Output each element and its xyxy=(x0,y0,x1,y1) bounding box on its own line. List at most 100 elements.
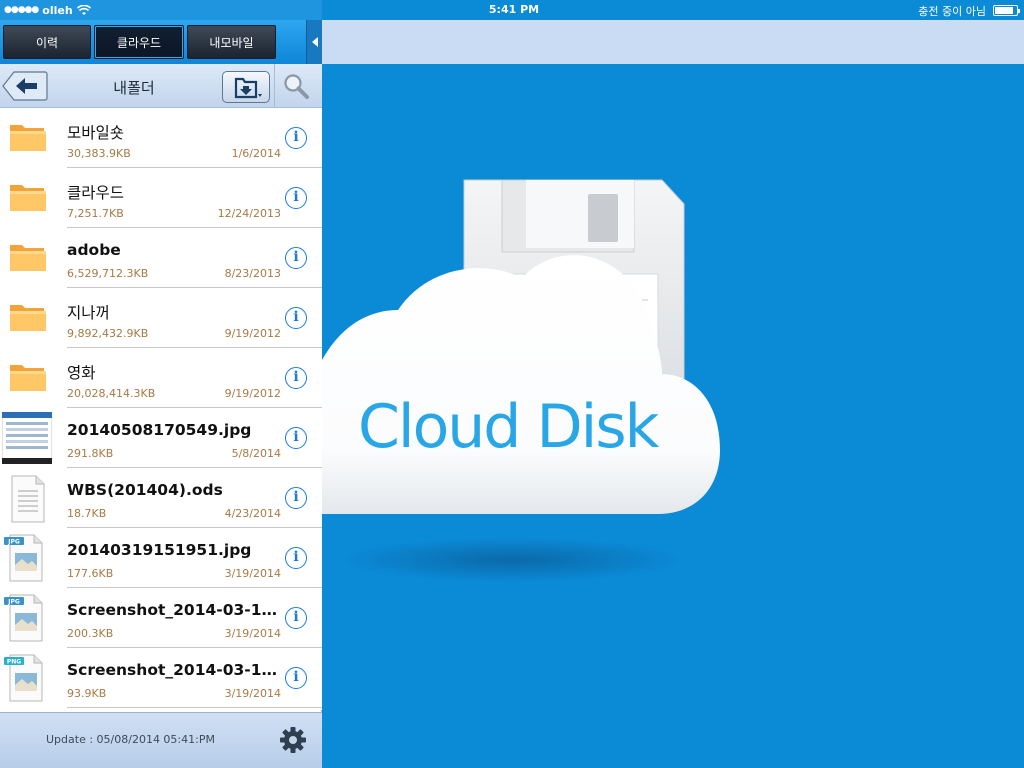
info-icon[interactable]: i xyxy=(285,247,307,269)
tab-bar: 이력 클라우드 내모바일 xyxy=(0,20,322,64)
charging-status: 충전 중이 아님 xyxy=(918,5,986,18)
file-name: 20140319151951.jpg xyxy=(67,541,252,559)
file-date: 9/19/2012 xyxy=(224,327,281,340)
nav-bar: 내폴더 xyxy=(0,64,322,108)
file-thumb xyxy=(8,239,48,277)
gear-icon xyxy=(280,727,306,753)
content-panel: Cloud Disk xyxy=(322,20,1024,768)
info-icon[interactable]: i xyxy=(285,607,307,629)
collapse-arrow-icon xyxy=(311,37,318,47)
file-date: 1/6/2014 xyxy=(231,147,281,160)
settings-button[interactable] xyxy=(278,725,308,755)
search-button[interactable] xyxy=(282,72,310,100)
file-name: adobe xyxy=(67,241,121,259)
file-thumb xyxy=(8,119,48,157)
file-date: 8/23/2013 xyxy=(224,267,281,280)
file-row[interactable]: JPG 20140319151951.jpg 177.6KB 3/19/2014 i xyxy=(0,528,322,588)
info-icon[interactable]: i xyxy=(285,667,307,689)
svg-text:PNG: PNG xyxy=(7,659,21,666)
folder-download-icon xyxy=(234,77,262,99)
file-row[interactable]: adobe 6,529,712.3KB 8/23/2013 i xyxy=(0,228,322,288)
info-icon[interactable]: i xyxy=(285,427,307,449)
file-name: 클라우드 xyxy=(67,184,125,202)
row-divider xyxy=(67,707,322,708)
status-bar: ●●●●● olleh 5:41 PM 충전 중이 아님 xyxy=(0,0,1024,20)
folder-icon xyxy=(10,365,46,391)
file-name: Screenshot_2014-03-19-... xyxy=(67,661,281,679)
wifi-icon xyxy=(76,4,91,15)
collapse-panel-button[interactable] xyxy=(306,20,322,64)
file-row[interactable]: 영화 20,028,414.3KB 9/19/2012 i xyxy=(0,348,322,408)
file-date: 12/24/2013 xyxy=(217,207,281,220)
image-file-icon: JPG xyxy=(4,594,43,642)
file-row[interactable]: 클라우드 7,251.7KB 12/24/2013 i xyxy=(0,168,322,228)
search-icon xyxy=(284,74,309,99)
info-icon[interactable]: i xyxy=(285,187,307,209)
file-name: 20140508170549.jpg xyxy=(67,421,252,439)
tab-cloud[interactable]: 클라우드 xyxy=(94,25,184,59)
info-icon[interactable]: i xyxy=(285,547,307,569)
status-bar-left: ●●●●● olleh xyxy=(0,0,322,20)
folder-action-button[interactable] xyxy=(222,71,270,103)
cloud-disk-logo xyxy=(322,179,720,582)
file-browser-panel: 이력 클라우드 내모바일 내폴더 모바일숏 30,383.9KB 1/6/201… xyxy=(0,20,322,768)
file-row[interactable]: 모바일숏 30,383.9KB 1/6/2014 i xyxy=(0,108,322,168)
battery-icon xyxy=(993,5,1020,16)
nav-divider xyxy=(274,64,275,108)
status-time: 5:41 PM xyxy=(488,3,540,16)
file-size: 20,028,414.3KB xyxy=(67,387,156,400)
app-logo-text: Cloud Disk xyxy=(358,392,659,462)
image-file-icon: PNG xyxy=(4,654,43,702)
page-title: 내폴더 xyxy=(113,79,155,97)
svg-text:JPG: JPG xyxy=(7,539,20,546)
image-thumbnail-icon xyxy=(1,411,53,465)
info-icon[interactable]: i xyxy=(285,367,307,389)
file-size: 177.6KB xyxy=(67,567,114,580)
file-row[interactable]: 지나꺼 9,892,432.9KB 9/19/2012 i xyxy=(0,288,322,348)
file-thumb: JPG xyxy=(4,534,48,582)
file-thumb xyxy=(1,411,53,465)
back-button[interactable] xyxy=(2,71,48,101)
file-date: 4/23/2014 xyxy=(224,507,281,520)
info-icon[interactable]: i xyxy=(285,307,307,329)
file-date: 5/8/2014 xyxy=(231,447,281,460)
carrier-label: olleh xyxy=(42,3,73,17)
file-name: 영화 xyxy=(67,364,96,382)
folder-icon xyxy=(10,125,46,151)
folder-icon xyxy=(10,245,46,271)
content-header xyxy=(322,20,1024,64)
folder-icon xyxy=(10,305,46,331)
info-icon[interactable]: i xyxy=(285,487,307,509)
file-date: 3/19/2014 xyxy=(224,627,281,640)
file-size: 291.8KB xyxy=(67,447,114,460)
folder-icon xyxy=(10,185,46,211)
file-thumb: PNG xyxy=(4,654,48,702)
file-name: Screenshot_2014-03-19-... xyxy=(67,601,281,619)
image-file-icon: JPG xyxy=(4,534,43,582)
file-row[interactable]: PNG Screenshot_2014-03-19-... 93.9KB 3/19/2… xyxy=(0,648,322,708)
file-size: 93.9KB xyxy=(67,687,107,700)
file-name: 모바일숏 xyxy=(67,124,125,142)
file-thumb: JPG xyxy=(4,594,48,642)
document-icon xyxy=(11,475,45,523)
file-size: 30,383.9KB xyxy=(67,147,131,160)
file-thumb xyxy=(8,299,48,337)
file-date: 9/19/2012 xyxy=(224,387,281,400)
file-name: WBS(201404).ods xyxy=(67,481,223,499)
file-row[interactable]: 20140508170549.jpg 291.8KB 5/8/2014 i xyxy=(0,408,322,468)
file-size: 7,251.7KB xyxy=(67,207,124,220)
tab-history[interactable]: 이력 xyxy=(3,25,91,59)
file-row[interactable]: JPG Screenshot_2014-03-19-... 200.3KB 3/19/… xyxy=(0,588,322,648)
file-thumb xyxy=(8,179,48,217)
info-icon[interactable]: i xyxy=(285,127,307,149)
file-thumb xyxy=(8,359,48,397)
file-thumb xyxy=(8,475,48,523)
tab-my-mobile[interactable]: 내모바일 xyxy=(187,25,276,59)
svg-text:JPG: JPG xyxy=(7,599,20,606)
back-arrow-icon xyxy=(2,71,48,101)
file-row[interactable]: WBS(201404).ods 18.7KB 4/23/2014 i xyxy=(0,468,322,528)
battery-fill xyxy=(995,7,1013,14)
file-size: 200.3KB xyxy=(67,627,114,640)
last-update-text: Update : 05/08/2014 05:41:PM xyxy=(46,733,215,746)
file-size: 6,529,712.3KB xyxy=(67,267,149,280)
